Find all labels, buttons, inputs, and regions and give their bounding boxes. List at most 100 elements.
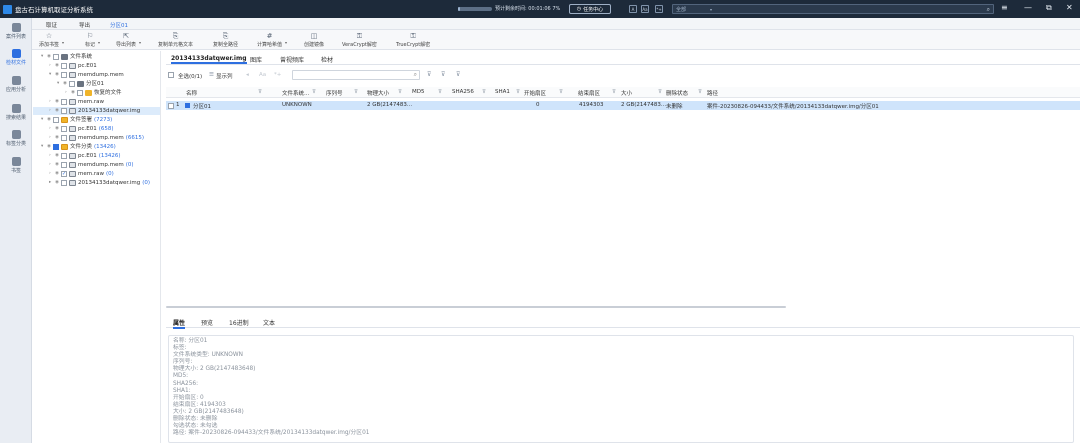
tree-node[interactable]: › ◉ pc.E01 (658) [49, 125, 114, 133]
tree-node[interactable]: › ◉ memdump.mem (6615) [49, 134, 144, 142]
nav-case-list[interactable]: 案件列表 [0, 21, 32, 47]
menu-icon[interactable]: ≡ [1001, 3, 1008, 12]
tree-node[interactable]: › ◉ 20134133datqwer.img [33, 107, 160, 115]
col-path[interactable]: 路径 [707, 89, 718, 97]
add-bookmark-button[interactable]: ☆ 添加书签 ▾ [39, 32, 64, 48]
regex-icon[interactable]: *+ [274, 72, 281, 78]
prev-icon[interactable]: ◂ [246, 72, 249, 78]
tab-preview[interactable]: 预览 [201, 318, 213, 327]
match-case-button[interactable]: A [629, 5, 637, 13]
minimize-button[interactable]: — [1024, 3, 1032, 12]
veracrypt-decrypt-button[interactable]: ⚿ VeraCrypt解密 [342, 32, 377, 48]
task-center-button[interactable]: ◷ 任务中心 [569, 4, 611, 14]
col-name[interactable]: 名称 [186, 89, 197, 97]
tree-checkbox[interactable] [77, 90, 83, 96]
filter-icon[interactable]: ⊽ [612, 89, 616, 95]
copy-full-path-button[interactable]: ⎘ 复制全路径 [213, 32, 238, 48]
nav-app-analysis[interactable]: 应用分析 [0, 74, 32, 100]
chevron-down-icon[interactable]: ▾ [62, 40, 64, 45]
tab-video-library[interactable]: 曾视频库 [280, 55, 304, 64]
search-scope-select[interactable]: 全部 [676, 6, 686, 13]
tree-checkbox[interactable] [53, 54, 59, 60]
maximize-button[interactable]: ⧉ [1046, 3, 1052, 13]
tree-node[interactable]: › ◉ pc.E01 [49, 62, 97, 70]
tab-hex[interactable]: 16进制 [229, 318, 249, 327]
tree-checkbox[interactable] [61, 135, 67, 141]
filter-icon[interactable]: ⊽ [559, 89, 563, 95]
nav-bookmarks[interactable]: 书签 [0, 155, 32, 181]
col-sha1[interactable]: SHA1 [495, 89, 510, 95]
tree-checkbox[interactable]: ✓ [61, 171, 67, 177]
tree-node[interactable]: ▸ ◉ 20134133datqwer.img (0) [49, 179, 150, 187]
filter-icon[interactable]: ⊽ [482, 89, 486, 95]
filter-icon[interactable]: ⊽ [438, 89, 442, 95]
search-icon[interactable]: ⌕ [987, 6, 990, 14]
nav-evidence-files[interactable]: 检材文件 [0, 47, 32, 73]
mark-button[interactable]: ⚐ 标记 ▾ [85, 32, 100, 48]
export-list-button[interactable]: ⇱ 导出列表 ▾ [116, 32, 141, 48]
tree-checkbox[interactable] [61, 153, 67, 159]
tree-node[interactable]: › ◉ ✓ mem.raw (0) [49, 170, 114, 178]
col-size[interactable]: 大小 [621, 89, 632, 97]
filter-clear-icon[interactable]: ⊽ [441, 71, 445, 78]
tab-image-file[interactable]: 20134133datqwer.img [171, 55, 247, 64]
tree-node[interactable]: ▾ ◉ 文件分类 (13426) [41, 143, 116, 151]
horizontal-scrollbar[interactable] [166, 306, 786, 308]
tree-checkbox[interactable] [53, 144, 59, 150]
chevron-down-icon[interactable]: ▾ [98, 40, 100, 45]
col-filesystem[interactable]: 文件系统... [282, 89, 309, 97]
tab-properties[interactable]: 属性 [173, 318, 186, 329]
filter-icon[interactable]: ⊽ [398, 89, 402, 95]
col-physical-size[interactable]: 物理大小 [367, 89, 389, 97]
tree-checkbox[interactable] [61, 63, 67, 69]
filter-icon[interactable]: ⊽ [658, 89, 662, 95]
col-md5[interactable]: MD5 [412, 89, 424, 95]
tab-text[interactable]: 文本 [263, 318, 275, 327]
close-button[interactable]: ✕ [1066, 3, 1073, 12]
global-search-input[interactable]: 全部 ▾ ⌕ [672, 4, 994, 14]
tree-checkbox[interactable] [61, 72, 67, 78]
tree-node[interactable]: ▾ ◉ 文件系统 [41, 53, 92, 61]
tree-node[interactable]: › ◉ 恢复的文件 [65, 89, 122, 97]
col-serial[interactable]: 序列号 [326, 89, 343, 97]
select-all-checkbox[interactable] [168, 72, 174, 78]
menu-forensics[interactable]: 取证 [46, 21, 57, 29]
col-sha256[interactable]: SHA256 [452, 89, 474, 95]
col-end-sector[interactable]: 结束扇区 [578, 89, 600, 97]
tree-node[interactable]: › ◉ memdump.mem (0) [49, 161, 134, 169]
regex-button[interactable]: *+ [655, 5, 663, 13]
truecrypt-decrypt-button[interactable]: ⚿ TrueCrypt解密 [396, 32, 430, 48]
filter-advanced-icon[interactable]: ⊽ [456, 71, 460, 78]
tab-evidence[interactable]: 检材 [321, 55, 333, 64]
row-checkbox[interactable] [168, 103, 174, 109]
tab-gallery[interactable]: 图库 [250, 55, 262, 64]
col-start-sector[interactable]: 开始扇区 [524, 89, 546, 97]
tree-node[interactable]: › ◉ pc.E01 (13426) [49, 152, 121, 160]
whole-word-button[interactable]: Aa [641, 5, 649, 13]
filter-icon[interactable]: ⊽ [516, 89, 520, 95]
compute-hash-button[interactable]: # 计算哈希值 ▾ [257, 32, 287, 48]
chevron-down-icon[interactable]: ▾ [139, 40, 141, 45]
tree-checkbox[interactable] [69, 81, 75, 87]
chevron-down-icon[interactable]: ▾ [285, 40, 287, 45]
create-image-button[interactable]: ◫ 创建镜像 [304, 32, 324, 48]
filter-icon[interactable]: ⊽ [354, 89, 358, 95]
tree-node[interactable]: ▾ ◉ 分区01 [57, 80, 104, 88]
menu-export[interactable]: 导出 [79, 21, 90, 29]
copy-cell-text-button[interactable]: ⎘ 复制单元格文本 [158, 32, 193, 48]
tree-node[interactable]: › ◉ mem.raw [49, 98, 104, 106]
display-columns-button[interactable]: 显示列 [216, 72, 233, 80]
tree-node[interactable]: ▾ ◉ 文件签署 (7273) [41, 116, 112, 124]
col-delete-status[interactable]: 删除状态 [666, 89, 688, 97]
tree-checkbox[interactable] [61, 162, 67, 168]
filter-icon[interactable]: ⊽ [312, 89, 316, 95]
nav-search-results[interactable]: 搜索结果 [0, 102, 32, 128]
aa-icon[interactable]: Aa [259, 72, 266, 78]
filter-icon[interactable]: ⊽ [698, 89, 702, 95]
tree-checkbox[interactable] [53, 117, 59, 123]
tree-checkbox[interactable] [61, 180, 67, 186]
filter-icon[interactable]: ⊽ [258, 89, 262, 95]
tree-node[interactable]: ▾ ◉ memdump.mem [49, 71, 124, 79]
tree-checkbox[interactable] [61, 108, 67, 114]
table-row[interactable]: 1 分区01 UNKNOWN 2 GB(2147483... 0 4194303… [166, 101, 1080, 110]
